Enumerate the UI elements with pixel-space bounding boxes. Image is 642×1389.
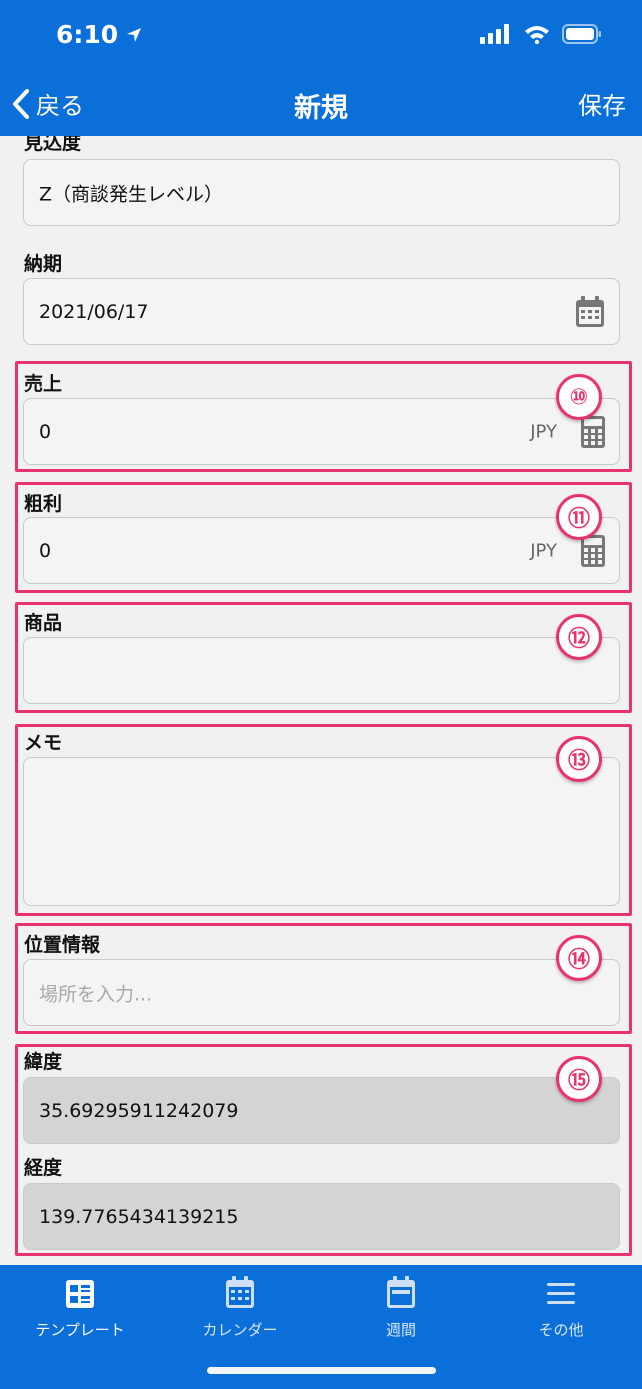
page-title: 新規 [294, 93, 348, 124]
week-icon [387, 1276, 415, 1308]
product-input[interactable] [23, 637, 620, 704]
latitude-value: 35.69295911242079 [39, 1099, 239, 1122]
due-date-field[interactable]: 2021/06/17 [23, 278, 620, 345]
save-button[interactable]: 保存 [578, 86, 626, 121]
menu-icon [547, 1283, 575, 1304]
annotation-number-14: ⑭ [556, 935, 602, 981]
prospect-select[interactable]: Z（商談発生レベル） [23, 159, 620, 226]
calculator-icon[interactable] [581, 415, 605, 448]
longitude-label: 経度 [24, 1157, 63, 1179]
gross-profit-value: 0 [39, 539, 52, 562]
chevron-left-icon [13, 88, 29, 119]
tab-template[interactable]: テンプレート [0, 1275, 160, 1340]
status-time-label: 6:10 [56, 20, 119, 49]
annotation-number-13: ⑬ [556, 736, 602, 782]
annotation-number-10: ⑩ [556, 374, 602, 420]
due-date-value: 2021/06/17 [39, 300, 149, 323]
signal-icon [480, 24, 509, 44]
prospect-value: Z（商談発生レベル） [39, 183, 224, 205]
annotation-number-15: ⑮ [556, 1056, 602, 1102]
location-input[interactable]: 場所を入力... [23, 959, 620, 1026]
home-indicator [207, 1367, 436, 1374]
longitude-value: 139.7765434139215 [39, 1205, 239, 1228]
tab-calendar-label: カレンダー [202, 1321, 278, 1339]
tab-template-label: テンプレート [35, 1321, 125, 1339]
calendar-icon[interactable] [575, 295, 605, 328]
header-overlay: 6:10 戻る 新規 保存 [0, 0, 642, 136]
sales-value: 0 [39, 420, 52, 443]
template-icon [66, 1280, 94, 1308]
back-button[interactable]: 戻る [12, 86, 84, 121]
due-date-label: 納期 [24, 253, 63, 275]
annotation-number-11: ⑪ [556, 494, 602, 540]
memo-label: メモ [24, 732, 63, 754]
sales-unit: JPY [530, 421, 557, 442]
latitude-label: 緯度 [24, 1051, 63, 1073]
tab-week-label: 週間 [385, 1321, 416, 1339]
location-placeholder: 場所を入力... [39, 983, 153, 1005]
location-arrow-icon [127, 27, 142, 42]
memo-textarea[interactable] [23, 757, 620, 906]
calendar-icon [226, 1276, 254, 1308]
product-label: 商品 [24, 612, 63, 634]
battery-icon [562, 24, 601, 44]
gross-profit-input[interactable]: 0 JPY [23, 517, 620, 584]
latitude-field: 35.69295911242079 [23, 1077, 620, 1144]
tab-more[interactable]: その他 [481, 1275, 641, 1340]
location-label: 位置情報 [24, 934, 101, 956]
gross-profit-unit: JPY [530, 540, 557, 561]
sales-label: 売上 [24, 373, 63, 395]
longitude-field: 139.7765434139215 [23, 1183, 620, 1250]
status-time-overlay: 6:10 [56, 20, 142, 49]
sales-input[interactable]: 0 JPY [23, 398, 620, 465]
tab-more-label: その他 [538, 1321, 584, 1339]
status-indicators-overlay [480, 24, 602, 44]
back-label: 戻る [36, 92, 84, 120]
wifi-icon [525, 26, 549, 44]
tab-calendar[interactable]: カレンダー [160, 1275, 320, 1340]
annotation-number-12: ⑫ [556, 614, 602, 660]
gross-profit-label: 粗利 [24, 493, 63, 515]
tab-week[interactable]: 週間 [321, 1275, 481, 1340]
